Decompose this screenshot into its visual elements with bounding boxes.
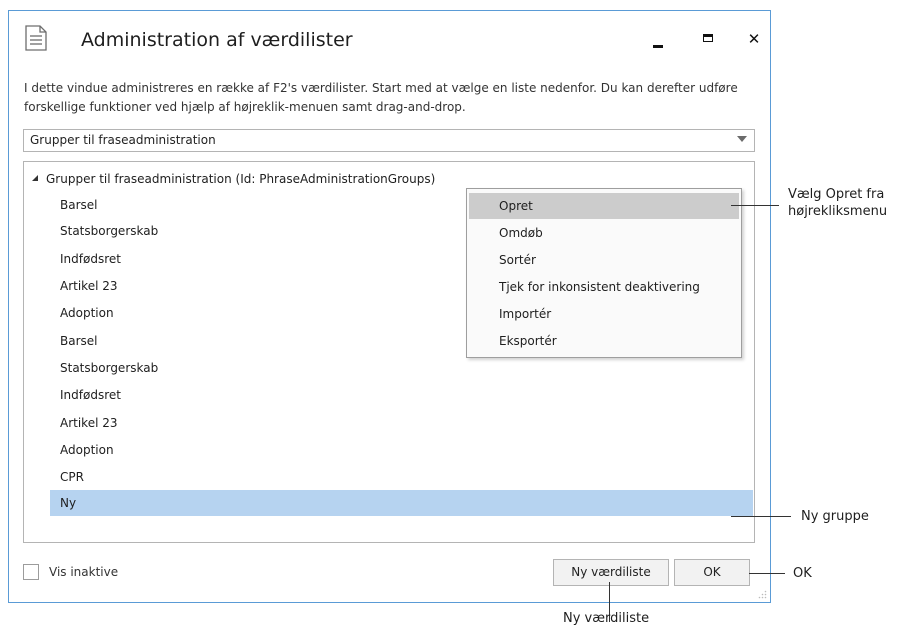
- tree-root-label: Grupper til fraseadministration (Id: Phr…: [46, 172, 436, 186]
- list-selector-dropdown[interactable]: Grupper til fraseadministration: [23, 129, 755, 152]
- show-inactive-checkbox[interactable]: [23, 564, 39, 580]
- context-menu: Opret Omdøb Sortér Tjek for inkonsistent…: [466, 188, 742, 358]
- chevron-down-icon: [737, 136, 747, 142]
- new-value-list-button[interactable]: Ny værdiliste: [553, 559, 669, 586]
- ok-button[interactable]: OK: [674, 559, 750, 586]
- close-button[interactable]: ✕: [739, 25, 769, 53]
- menu-item-export[interactable]: Eksportér: [469, 328, 739, 354]
- title-bar[interactable]: Administration af værdilister ✕: [9, 11, 770, 67]
- tree-item[interactable]: CPR: [50, 464, 753, 490]
- callout-ok: OK: [793, 566, 812, 581]
- callout-new-list: Ny værdiliste: [563, 611, 650, 626]
- tree-item-selected[interactable]: Ny: [50, 490, 753, 516]
- window-title: Administration af værdilister: [81, 29, 353, 51]
- tree-root-node[interactable]: Grupper til fraseadministration (Id: Phr…: [32, 172, 435, 190]
- document-list-icon: [25, 25, 47, 51]
- menu-item-import[interactable]: Importér: [469, 301, 739, 327]
- minimize-icon: [653, 45, 663, 48]
- expand-arrow-icon[interactable]: [32, 174, 38, 181]
- list-selector-value: Grupper til fraseadministration: [30, 133, 216, 147]
- callout-line-ok: [749, 573, 785, 574]
- menu-item-rename[interactable]: Omdøb: [469, 220, 739, 246]
- resize-grip-icon[interactable]: [758, 590, 767, 599]
- menu-item-create[interactable]: Opret: [469, 193, 739, 219]
- description-text: I dette vindue administreres en række af…: [24, 81, 738, 114]
- callout-context-menu-line2: højrekliksmenu: [788, 204, 888, 219]
- maximize-icon: [703, 34, 713, 42]
- menu-item-check-deactivation[interactable]: Tjek for inkonsistent deaktivering: [469, 274, 739, 300]
- show-inactive-label[interactable]: Vis inaktive: [49, 565, 118, 579]
- menu-item-sort[interactable]: Sortér: [469, 247, 739, 273]
- minimize-button[interactable]: [643, 25, 673, 53]
- tree-item[interactable]: Artikel 23: [50, 410, 753, 436]
- callout-new-group: Ny gruppe: [801, 509, 869, 524]
- tree-item[interactable]: Adoption: [50, 437, 753, 463]
- callout-line-new-group: [731, 516, 791, 517]
- callout-line-context-menu: [731, 205, 779, 206]
- callout-context-menu-line1: Vælg Opret fra: [788, 187, 885, 202]
- maximize-button[interactable]: [693, 25, 723, 53]
- tree-item[interactable]: Statsborgerskab: [50, 355, 753, 381]
- tree-item[interactable]: Indfødsret: [50, 382, 753, 408]
